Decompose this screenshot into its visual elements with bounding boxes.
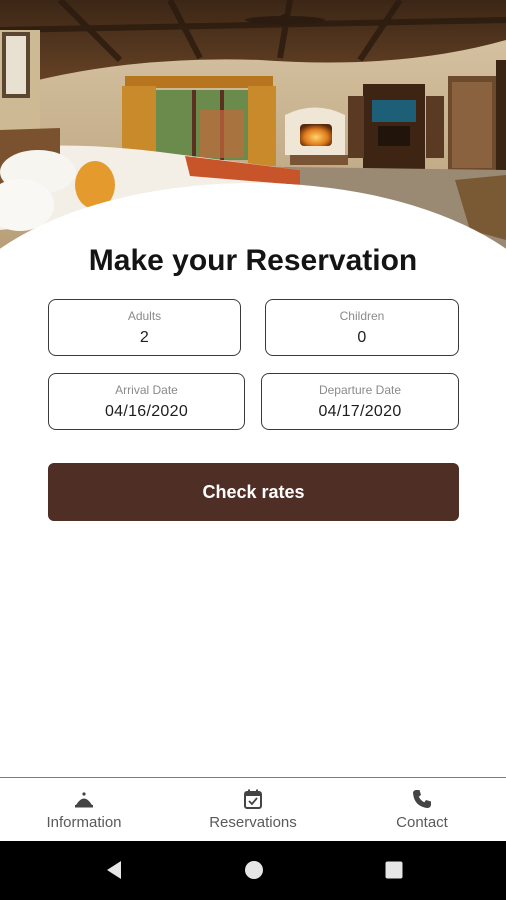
adults-field[interactable]: Adults 2 xyxy=(48,299,241,356)
arrival-date-label: Arrival Date xyxy=(115,383,178,397)
page-title: Make your Reservation xyxy=(88,244,418,277)
children-label: Children xyxy=(339,309,385,323)
arrival-date-field[interactable]: Arrival Date 04/16/2020 xyxy=(48,373,245,430)
departure-date-label: Departure Date xyxy=(318,383,402,397)
nav-label-contact: Contact xyxy=(396,814,448,831)
bottom-navigation: Information Reservations Contact xyxy=(0,777,506,842)
nav-label-information: Information xyxy=(46,814,122,831)
arrival-date-value: 04/16/2020 xyxy=(104,403,189,420)
nav-item-information[interactable]: Information xyxy=(34,778,134,842)
adults-value: 2 xyxy=(139,329,150,346)
back-icon[interactable] xyxy=(103,859,125,886)
system-navigation-bar xyxy=(0,841,506,900)
recents-icon[interactable] xyxy=(383,859,405,886)
nav-item-contact[interactable]: Contact xyxy=(378,778,466,842)
hotel-bell-icon xyxy=(73,788,95,810)
children-field[interactable]: Children 0 xyxy=(265,299,459,356)
nav-label-reservations: Reservations xyxy=(209,814,297,831)
adults-label: Adults xyxy=(127,309,162,323)
calendar-check-icon xyxy=(242,788,264,810)
departure-date-field[interactable]: Departure Date 04/17/2020 xyxy=(261,373,459,430)
phone-icon xyxy=(411,788,433,810)
departure-date-value: 04/17/2020 xyxy=(318,403,402,420)
home-icon[interactable] xyxy=(243,859,265,886)
children-value: 0 xyxy=(357,329,367,346)
hero-room-photo xyxy=(0,0,506,250)
check-rates-button[interactable]: Check rates xyxy=(48,463,459,521)
nav-item-reservations[interactable]: Reservations xyxy=(200,778,306,842)
